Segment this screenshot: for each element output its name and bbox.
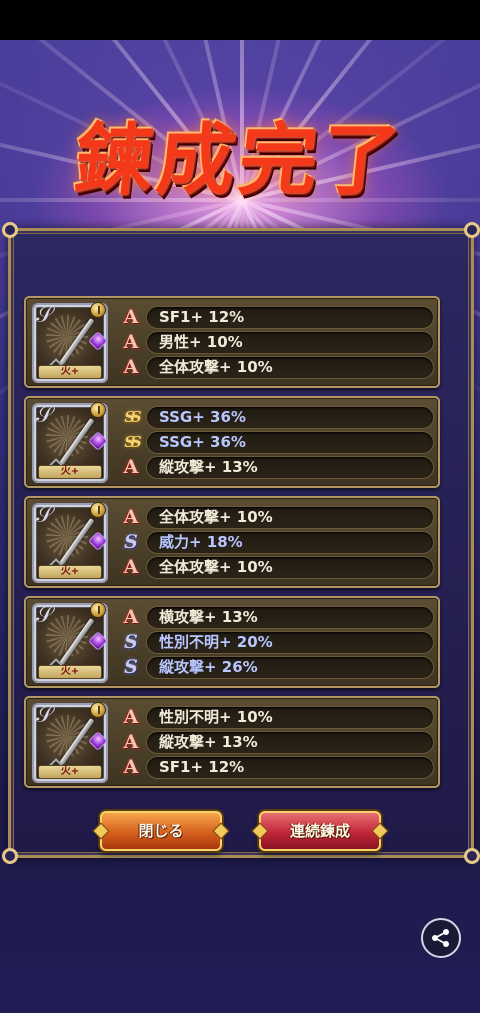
stat-text: 男性+ 10% xyxy=(146,331,434,354)
stat-text: 全体攻撃+ 10% xyxy=(146,556,434,579)
page-title: 鍊成完了 xyxy=(70,115,409,206)
stat-text: 縦攻撃+ 13% xyxy=(146,456,434,479)
stat-text: SF1+ 12% xyxy=(146,756,434,779)
gold-slot-icon xyxy=(90,602,106,618)
stat-text: 横攻撃+ 13% xyxy=(146,606,434,629)
share-button[interactable] xyxy=(421,918,461,958)
stat-text: SSG+ 36% xyxy=(146,431,434,454)
weapon-card: 𝒮 火+ A 横攻撃+ 13% S 性別不明+ 20% S 縦攻撃+ 26% xyxy=(24,596,440,688)
element-label: 火+ xyxy=(38,765,102,779)
stat-row: A 性別不明+ 10% xyxy=(120,706,434,729)
stat-text: SF1+ 12% xyxy=(146,306,434,329)
stat-row: A SF1+ 12% xyxy=(120,306,434,329)
stat-text: 全体攻撃+ 10% xyxy=(146,506,434,529)
stat-row: A 全体攻撃+ 10% xyxy=(120,556,434,579)
gold-slot-icon xyxy=(90,502,106,518)
weapon-card: 𝒮 火+ A 性別不明+ 10% A 縦攻撃+ 13% A SF1+ 12% xyxy=(24,696,440,788)
element-label: 火+ xyxy=(38,565,102,579)
frame-swirl-icon: 𝒮 xyxy=(36,303,54,328)
element-label: 火+ xyxy=(38,465,102,479)
weapon-card: 𝒮 火+ A 全体攻撃+ 10% S 威力+ 18% A 全体攻撃+ 10% xyxy=(24,496,440,588)
rank-s-icon: S xyxy=(124,656,138,678)
rank-a-icon: A xyxy=(123,706,139,728)
stat-text: SSG+ 36% xyxy=(146,406,434,429)
close-button[interactable]: 閉じる xyxy=(100,811,222,851)
stat-row: A 全体攻撃+ 10% xyxy=(120,506,434,529)
stat-row: SS SSG+ 36% xyxy=(120,406,434,429)
element-label: 火+ xyxy=(38,665,102,679)
element-label: 火+ xyxy=(38,365,102,379)
stat-row: S 性別不明+ 20% xyxy=(120,631,434,654)
panel-corner-ornament xyxy=(2,848,18,864)
rank-s-icon: S xyxy=(124,631,138,653)
panel-corner-ornament xyxy=(464,222,480,238)
rank-a-icon: A xyxy=(123,331,139,353)
rank-a-icon: A xyxy=(123,456,139,478)
gold-slot-icon xyxy=(90,402,106,418)
stat-row: A SF1+ 12% xyxy=(120,756,434,779)
stat-text: 縦攻撃+ 13% xyxy=(146,731,434,754)
share-icon xyxy=(432,929,449,947)
gold-slot-icon xyxy=(90,302,106,318)
stat-row: A 男性+ 10% xyxy=(120,331,434,354)
rank-a-icon: A xyxy=(123,556,139,578)
rank-a-icon: A xyxy=(123,606,139,628)
panel-corner-ornament xyxy=(464,848,480,864)
rank-a-icon: A xyxy=(123,306,139,328)
weapon-card: 𝒮 火+ A SF1+ 12% A 男性+ 10% A 全体攻撃+ 10% xyxy=(24,296,440,388)
stat-row: S 威力+ 18% xyxy=(120,531,434,554)
stat-text: 威力+ 18% xyxy=(146,531,434,554)
panel-corner-ornament xyxy=(2,222,18,238)
rank-a-icon: A xyxy=(123,731,139,753)
rank-ss-icon: SS xyxy=(124,408,141,426)
rank-a-icon: A xyxy=(123,756,139,778)
continue-forge-button[interactable]: 連続鍊成 xyxy=(259,811,381,851)
frame-swirl-icon: 𝒮 xyxy=(36,403,54,428)
rank-a-icon: A xyxy=(123,506,139,528)
stat-row: A 縦攻撃+ 13% xyxy=(120,456,434,479)
frame-swirl-icon: 𝒮 xyxy=(36,703,54,728)
stat-text: 性別不明+ 20% xyxy=(146,631,434,654)
weapon-card: 𝒮 火+ SS SSG+ 36% SS SSG+ 36% A 縦攻撃+ 13% xyxy=(24,396,440,488)
rank-a-icon: A xyxy=(123,356,139,378)
status-bar xyxy=(0,0,480,40)
stat-text: 性別不明+ 10% xyxy=(146,706,434,729)
rank-ss-icon: SS xyxy=(124,433,141,451)
frame-swirl-icon: 𝒮 xyxy=(36,503,54,528)
stat-row: A 全体攻撃+ 10% xyxy=(120,356,434,379)
stat-row: S 縦攻撃+ 26% xyxy=(120,656,434,679)
stat-row: A 横攻撃+ 13% xyxy=(120,606,434,629)
stat-text: 縦攻撃+ 26% xyxy=(146,656,434,679)
stat-row: A 縦攻撃+ 13% xyxy=(120,731,434,754)
stat-text: 全体攻撃+ 10% xyxy=(146,356,434,379)
frame-swirl-icon: 𝒮 xyxy=(36,603,54,628)
gold-slot-icon xyxy=(90,702,106,718)
stat-row: SS SSG+ 36% xyxy=(120,431,434,454)
rank-s-icon: S xyxy=(124,531,138,553)
